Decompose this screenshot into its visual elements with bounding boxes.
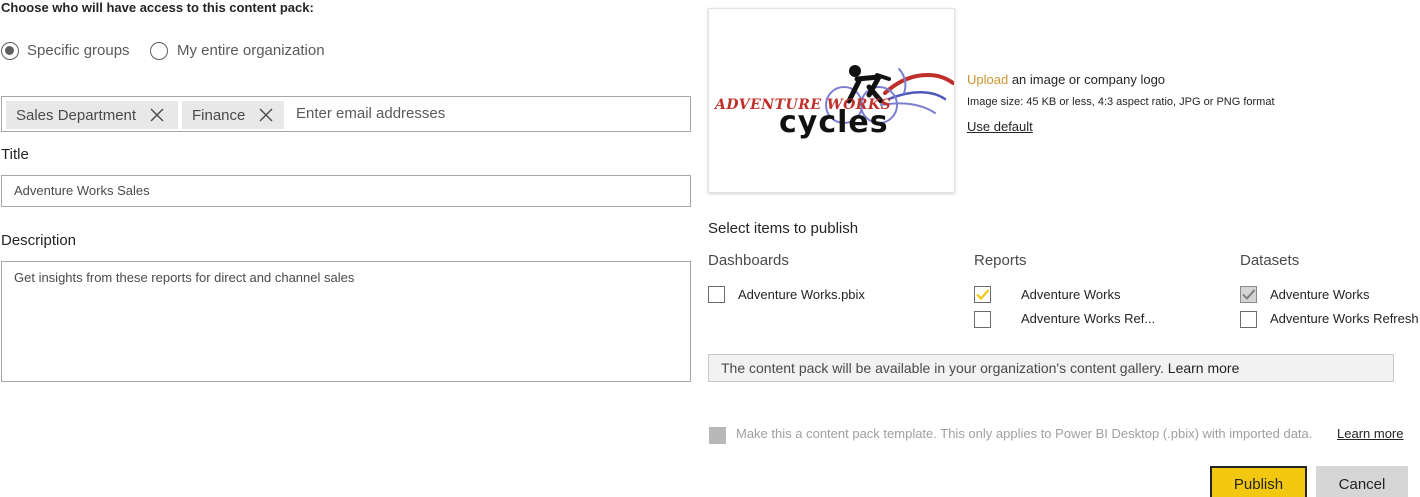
- upload-text: an image or company logo: [1011, 72, 1166, 87]
- radio-specific-groups[interactable]: Specific groups: [0, 41, 140, 63]
- radio-label: Specific groups: [27, 42, 130, 59]
- title-input-value: Adventure Works Sales: [14, 183, 150, 198]
- description-textarea[interactable]: Get insights from these reports for dire…: [1, 261, 691, 382]
- group-chip: Finance: [182, 101, 284, 129]
- report-item-label: Adventure Works Ref...: [1021, 311, 1156, 326]
- group-chip-label: Sales Department: [16, 106, 137, 124]
- cancel-button[interactable]: Cancel: [1316, 466, 1408, 497]
- datasets-heading: Datasets: [1240, 252, 1300, 269]
- group-chip: Sales Department: [6, 101, 178, 129]
- gallery-info-text: The content pack will be available in yo…: [721, 360, 1164, 376]
- dashboard-checkbox[interactable]: [708, 286, 725, 303]
- radio-label: My entire organization: [177, 42, 325, 59]
- image-size-hint: Image size: 45 KB or less, 4:3 aspect ra…: [967, 96, 1275, 108]
- dashboard-item-label: Adventure Works.pbix: [738, 287, 865, 302]
- report-checkbox[interactable]: [974, 311, 991, 328]
- gallery-learn-more-link[interactable]: Learn more: [1168, 360, 1240, 376]
- group-chip-label: Finance: [192, 106, 246, 124]
- remove-chip-icon[interactable]: [144, 102, 170, 128]
- dataset-checkbox[interactable]: [1240, 311, 1257, 328]
- groups-input-box[interactable]: Sales Department Finance Enter email add…: [1, 96, 691, 132]
- title-input[interactable]: Adventure Works Sales: [1, 175, 691, 207]
- use-default-link[interactable]: Use default: [967, 119, 1033, 134]
- checkmark-icon: [1242, 289, 1256, 300]
- report-item-label: Adventure Works: [1021, 287, 1121, 302]
- dataset-checkbox[interactable]: [1240, 286, 1257, 303]
- checkmark-icon: [976, 289, 990, 301]
- upload-line: Upload an image or company logo: [967, 72, 1165, 87]
- description-value: Get insights from these reports for dire…: [14, 270, 355, 285]
- radio-button-icon[interactable]: [150, 42, 168, 60]
- template-learn-more-link[interactable]: Learn more: [1337, 426, 1403, 441]
- radio-entire-organization[interactable]: My entire organization: [149, 41, 349, 63]
- template-text: Make this a content pack template. This …: [736, 426, 1313, 441]
- description-label: Description: [1, 232, 77, 249]
- remove-chip-icon[interactable]: [253, 102, 279, 128]
- radio-button-icon[interactable]: [1, 42, 19, 60]
- email-input-placeholder[interactable]: Enter email addresses: [296, 105, 445, 122]
- report-checkbox[interactable]: [974, 286, 991, 303]
- dataset-item-label: Adventure Works Refresh: [1270, 311, 1419, 326]
- logo-brand-line2: cycles: [779, 105, 889, 140]
- dashboards-heading: Dashboards: [708, 252, 789, 269]
- upload-link[interactable]: Upload: [967, 72, 1008, 87]
- logo-preview: ADVENTURE WORKS cycles: [708, 8, 955, 193]
- dataset-item-label: Adventure Works: [1270, 287, 1370, 302]
- reports-heading: Reports: [974, 252, 1027, 269]
- title-label: Title: [1, 146, 29, 163]
- access-heading: Choose who will have access to this cont…: [1, 0, 314, 15]
- template-checkbox[interactable]: [709, 427, 726, 444]
- gallery-info-banner: The content pack will be available in yo…: [708, 354, 1394, 382]
- publish-button[interactable]: Publish: [1210, 466, 1307, 497]
- select-items-heading: Select items to publish: [708, 220, 859, 237]
